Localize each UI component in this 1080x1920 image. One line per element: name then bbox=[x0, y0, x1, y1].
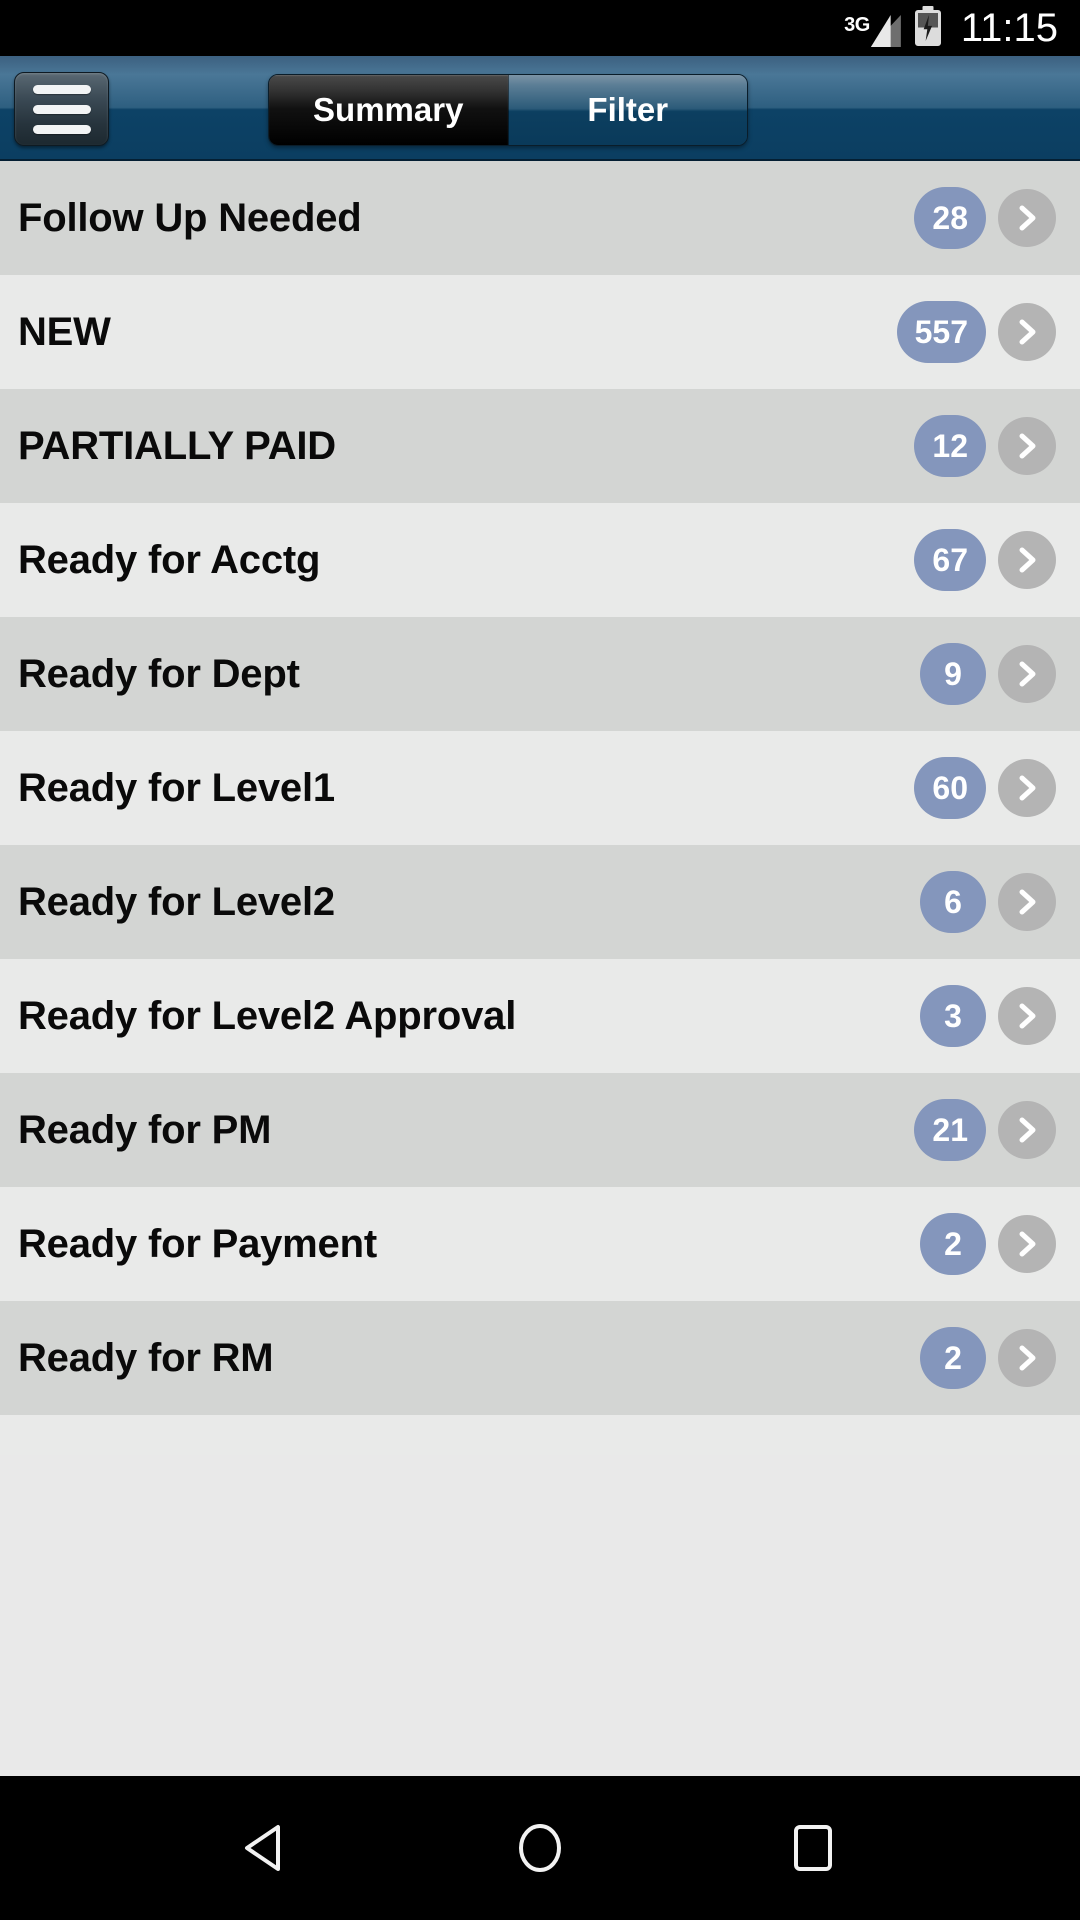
phone-screen: 3G 11:15 Summary Filter Follow Up Needed… bbox=[0, 0, 1080, 1920]
segmented-control: Summary Filter bbox=[268, 74, 748, 146]
list-item-label: Ready for PM bbox=[18, 1107, 272, 1152]
list-item-label: Ready for Acctg bbox=[18, 537, 321, 582]
chevron-right-icon[interactable] bbox=[998, 417, 1056, 475]
list-item[interactable]: NEW 557 bbox=[0, 275, 1080, 389]
list-item-accessories: 67 bbox=[914, 529, 1056, 591]
count-badge: 21 bbox=[914, 1099, 986, 1161]
chevron-right-icon[interactable] bbox=[998, 189, 1056, 247]
list-item-label: Ready for Level2 Approval bbox=[18, 993, 517, 1038]
list-item[interactable]: Ready for Payment 2 bbox=[0, 1187, 1080, 1301]
list-item-label: NEW bbox=[18, 309, 111, 354]
chevron-right-icon[interactable] bbox=[998, 987, 1056, 1045]
home-circle-icon[interactable] bbox=[485, 1793, 595, 1903]
network-indicator: 3G bbox=[844, 9, 901, 47]
chevron-right-icon[interactable] bbox=[998, 759, 1056, 817]
battery-charging-icon bbox=[914, 10, 941, 46]
count-badge: 28 bbox=[914, 187, 986, 249]
app-header: Summary Filter bbox=[0, 56, 1080, 161]
signal-triangle-icon bbox=[870, 15, 901, 47]
list-bottom-spacer bbox=[0, 1415, 1080, 1455]
list-item[interactable]: Ready for Level2 Approval 3 bbox=[0, 959, 1080, 1073]
list-item[interactable]: PARTIALLY PAID 12 bbox=[0, 389, 1080, 503]
back-triangle-icon[interactable] bbox=[212, 1793, 322, 1903]
list-item[interactable]: Ready for PM 21 bbox=[0, 1073, 1080, 1187]
list-item-accessories: 6 bbox=[920, 871, 1056, 933]
count-badge: 60 bbox=[914, 757, 986, 819]
status-bar-icons: 3G 11:15 bbox=[844, 8, 1058, 48]
tab-summary[interactable]: Summary bbox=[269, 75, 508, 145]
list-item-accessories: 21 bbox=[914, 1099, 1056, 1161]
system-navigation-bar bbox=[0, 1776, 1080, 1920]
count-badge: 2 bbox=[920, 1213, 986, 1275]
list-item-accessories: 557 bbox=[896, 301, 1056, 363]
list-item-accessories: 3 bbox=[920, 985, 1056, 1047]
count-badge: 9 bbox=[920, 643, 986, 705]
list-item-label: Ready for RM bbox=[18, 1335, 274, 1380]
chevron-right-icon[interactable] bbox=[998, 303, 1056, 361]
recents-square-icon[interactable] bbox=[758, 1793, 868, 1903]
list-item-label: PARTIALLY PAID bbox=[18, 423, 336, 468]
list-item[interactable]: Ready for Acctg 67 bbox=[0, 503, 1080, 617]
chevron-right-icon[interactable] bbox=[998, 1101, 1056, 1159]
chevron-right-icon[interactable] bbox=[998, 873, 1056, 931]
hamburger-bar bbox=[32, 124, 91, 134]
list-item[interactable]: Ready for Level2 6 bbox=[0, 845, 1080, 959]
list-item-label: Ready for Dept bbox=[18, 651, 300, 696]
chevron-right-icon[interactable] bbox=[998, 531, 1056, 589]
hamburger-menu-icon[interactable] bbox=[14, 72, 109, 146]
hamburger-bar bbox=[32, 84, 91, 94]
list-item-label: Ready for Level1 bbox=[18, 765, 335, 810]
status-bar-clock: 11:15 bbox=[960, 6, 1058, 50]
chevron-right-icon[interactable] bbox=[998, 1215, 1056, 1273]
list-item-label: Follow Up Needed bbox=[18, 195, 362, 240]
list-item[interactable]: Ready for RM 2 bbox=[0, 1301, 1080, 1415]
status-bar: 3G 11:15 bbox=[0, 0, 1080, 56]
count-badge: 12 bbox=[914, 415, 986, 477]
list-item-accessories: 9 bbox=[920, 643, 1056, 705]
list-item-label: Ready for Level2 bbox=[18, 879, 335, 924]
status-summary-list[interactable]: Follow Up Needed 28 NEW 557 PARTIALLY PAID 12… bbox=[0, 161, 1080, 1776]
count-badge: 67 bbox=[914, 529, 986, 591]
list-item-accessories: 60 bbox=[914, 757, 1056, 819]
chevron-right-icon[interactable] bbox=[998, 645, 1056, 703]
list-item-accessories: 2 bbox=[920, 1213, 1056, 1275]
list-item[interactable]: Follow Up Needed 28 bbox=[0, 161, 1080, 275]
count-badge: 3 bbox=[920, 985, 986, 1047]
list-item[interactable]: Ready for Dept 9 bbox=[0, 617, 1080, 731]
list-item[interactable]: Ready for Level1 60 bbox=[0, 731, 1080, 845]
network-type-label: 3G bbox=[844, 14, 870, 36]
list-item-accessories: 12 bbox=[914, 415, 1056, 477]
list-item-accessories: 28 bbox=[914, 187, 1056, 249]
tab-filter[interactable]: Filter bbox=[507, 75, 747, 145]
count-badge: 6 bbox=[920, 871, 986, 933]
count-badge: 2 bbox=[920, 1327, 986, 1389]
count-badge: 557 bbox=[896, 301, 986, 363]
hamburger-bar bbox=[32, 104, 91, 114]
list-item-accessories: 2 bbox=[920, 1327, 1056, 1389]
list-item-label: Ready for Payment bbox=[18, 1221, 377, 1266]
chevron-right-icon[interactable] bbox=[998, 1329, 1056, 1387]
